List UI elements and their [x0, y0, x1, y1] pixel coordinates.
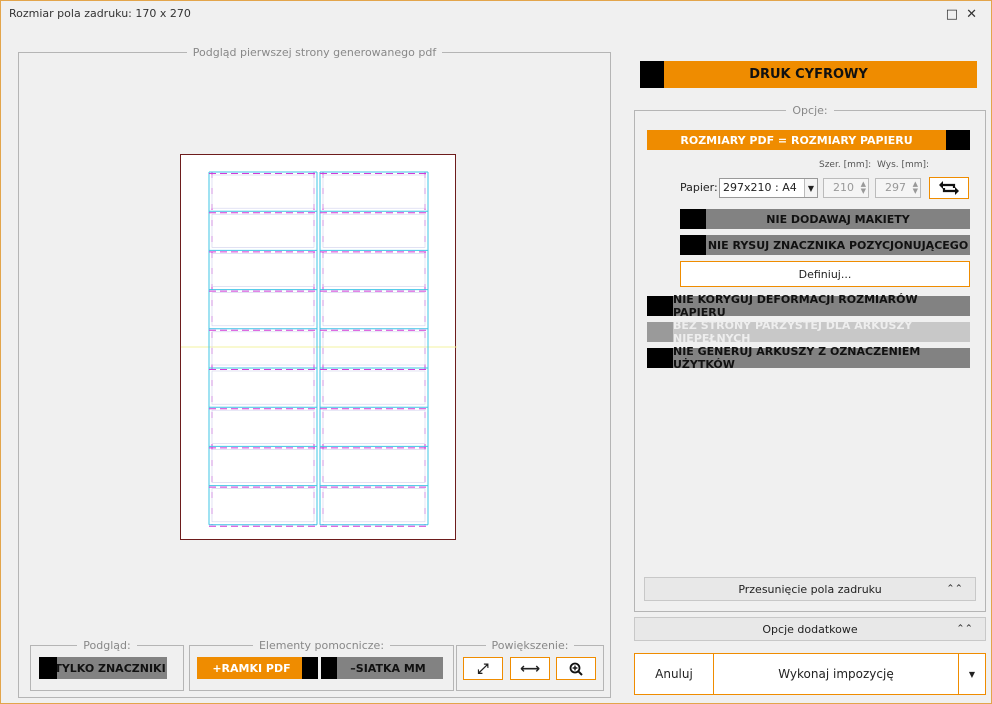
wys-label: Wys. [mm]: [877, 160, 930, 170]
rotate-paper-button[interactable] [929, 177, 969, 199]
wys-value: 297 [885, 181, 906, 194]
label-cell [211, 292, 315, 327]
zoom-in-button[interactable] [556, 657, 596, 680]
label-cell [322, 292, 426, 327]
label-cell [211, 449, 315, 483]
wykonaj-dropdown-button[interactable]: ▼ [958, 653, 986, 695]
label-cell [211, 409, 315, 444]
szer-value: 210 [833, 181, 854, 194]
bez-strony-label: BEZ STRONY PARZYSTEJ DLA ARKUSZY NIEPEŁN… [673, 319, 913, 345]
nie-dodawaj-makiety-toggle[interactable]: NIE DODAWAJ MAKIETY [680, 209, 970, 229]
nie-rysuj-label: NIE RYSUJ ZNACZNIKA POZYCJONUJĄCEGO [707, 238, 969, 252]
definiuj-label: Definiuj... [798, 267, 852, 281]
druk-cyfrowy-toggle[interactable]: DRUK CYFROWY [640, 61, 977, 88]
preview-legend: Podgląd pierwszej strony generowanego pd… [192, 46, 437, 59]
label-cell [211, 174, 315, 209]
label-cell [322, 409, 426, 444]
label-cell [322, 253, 426, 287]
impose-window: Rozmiar pola zadruku: 170 x 270 □✕ Podgl… [0, 0, 992, 704]
opcje-dodatkowe-label: Opcje dodatkowe [762, 622, 858, 636]
bez-strony-parzystej-toggle[interactable]: BEZ STRONY PARZYSTEJ DLA ARKUSZY NIEPEŁN… [647, 319, 970, 345]
label-cell [322, 174, 426, 209]
papier-select[interactable]: 297x210 : A4 ▼ [719, 178, 818, 198]
opcje-dodatkowe-panel-button[interactable]: Opcje dodatkowe ⌃⌃ [634, 617, 986, 641]
toggle-indicator [640, 61, 664, 88]
window-controls: □✕ [946, 7, 985, 22]
label-cell [322, 213, 426, 248]
wykonaj-impozycje-button[interactable]: Wykonaj impozycję [713, 653, 959, 695]
przesuniecie-label: Przesunięcie pola zadruku [738, 582, 882, 596]
podglad-legend: Podgląd: [83, 639, 131, 652]
tylko-znaczniki-label: TYLKO ZNACZNIKI [54, 661, 166, 675]
double-chevron-up-icon: ⌃⌃ [956, 623, 973, 635]
double-chevron-up-icon: ⌃⌃ [946, 583, 963, 595]
zoom-in-icon [569, 662, 583, 676]
papier-select-value: 297x210 : A4 [723, 181, 797, 194]
toggle-indicator [946, 130, 970, 150]
definiuj-button[interactable]: Definiuj... [680, 261, 970, 287]
przesuniecie-panel-button[interactable]: Przesunięcie pola zadruku ⌃⌃ [644, 577, 976, 601]
label-cell [322, 488, 426, 523]
toggle-indicator [39, 657, 57, 679]
label-cell [322, 449, 426, 483]
nie-generuj-toggle[interactable]: NIE GENERUJ ARKUSZY Z OZNACZENIEM UŻYTKÓ… [647, 345, 970, 371]
szer-label: Szer. [mm]: [819, 160, 872, 170]
anuluj-label: Anuluj [655, 667, 693, 681]
tylko-znaczniki-toggle[interactable]: TYLKO ZNACZNIKI [39, 657, 167, 679]
siatka-mm-toggle[interactable]: –SIATKA MM [321, 657, 443, 679]
toggle-indicator [647, 322, 673, 342]
label-cell [211, 370, 315, 405]
nie-rysuj-znacznika-toggle[interactable]: NIE RYSUJ ZNACZNIKA POZYCJONUJĄCEGO [680, 235, 970, 255]
ramki-pdf-label: +RAMKI PDF [212, 661, 291, 675]
nie-koryguj-toggle[interactable]: NIE KORYGUJ DEFORMACJI ROZMIARÓW PAPIERU [647, 293, 970, 319]
toggle-indicator [321, 657, 337, 679]
toggle-indicator [647, 296, 673, 316]
fit-width-icon: ⟷ [519, 660, 541, 677]
siatka-mm-label: –SIATKA MM [350, 661, 426, 675]
maximize-icon[interactable]: □ [946, 7, 966, 22]
rozmiary-pdf-label: ROZMIARY PDF = ROZMIARY PAPIERU [680, 133, 913, 147]
elementy-legend: Elementy pomocnicze: [258, 639, 385, 652]
close-icon[interactable]: ✕ [966, 7, 985, 22]
label-cell [322, 370, 426, 405]
chevron-down-icon: ▼ [804, 179, 817, 197]
toggle-indicator [302, 657, 318, 679]
spin-arrows-icon: ▲ ▼ [860, 180, 866, 195]
zoom-width-button[interactable]: ⟷ [510, 657, 550, 680]
zoom-fit-button[interactable]: ⤢ [463, 657, 503, 680]
window-title: Rozmiar pola zadruku: 170 x 270 [9, 7, 191, 20]
szer-spinner[interactable]: 210 ▲ ▼ [823, 178, 869, 198]
label-cell [211, 253, 315, 287]
rozmiary-pdf-toggle[interactable]: ROZMIARY PDF = ROZMIARY PAPIERU [647, 130, 970, 150]
anuluj-button[interactable]: Anuluj [634, 653, 714, 695]
ramki-pdf-toggle[interactable]: +RAMKI PDF [197, 657, 318, 679]
wys-spinner[interactable]: 297 ▲ ▼ [875, 178, 921, 198]
label-cell [211, 213, 315, 248]
imposition-grid-preview [181, 171, 457, 527]
nie-generuj-label: NIE GENERUJ ARKUSZY Z OZNACZENIEM UŻYTKÓ… [673, 345, 921, 371]
label-cell [211, 331, 315, 366]
toggle-indicator [647, 348, 673, 368]
chevron-down-icon: ▼ [968, 669, 976, 679]
wykonaj-label: Wykonaj impozycję [778, 667, 894, 681]
toggle-indicator [680, 209, 706, 229]
label-cell [322, 331, 426, 366]
nie-koryguj-label: NIE KORYGUJ DEFORMACJI ROZMIARÓW PAPIERU [673, 293, 918, 319]
spin-arrows-icon: ▲ ▼ [912, 180, 918, 195]
toggle-indicator [680, 235, 706, 255]
papier-label: Papier: [680, 181, 718, 194]
opcje-legend: Opcje: [792, 104, 828, 117]
druk-cyfrowy-label: DRUK CYFROWY [749, 67, 868, 82]
swap-orientation-icon [939, 181, 959, 195]
label-cell [211, 488, 315, 523]
powiekszenie-legend: Powiększenie: [491, 639, 569, 652]
nie-dodawaj-label: NIE DODAWAJ MAKIETY [766, 212, 910, 226]
pdf-preview-page [180, 154, 457, 540]
expand-diagonal-icon: ⤢ [477, 660, 489, 677]
